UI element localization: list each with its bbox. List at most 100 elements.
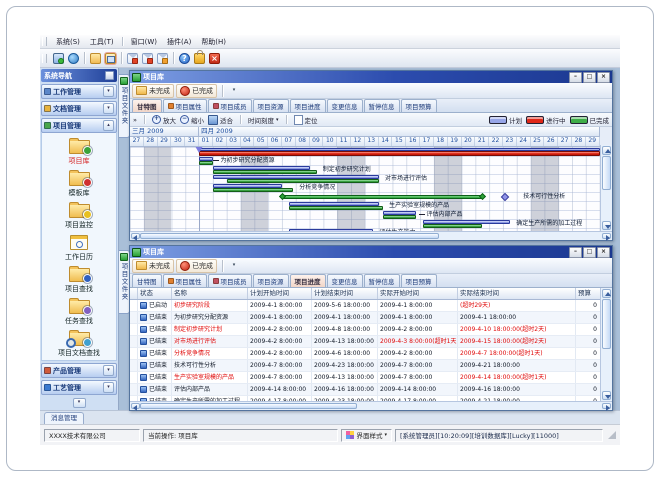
zoom-in-button[interactable]: 放大: [152, 115, 176, 125]
summary-diamond-icon[interactable]: [478, 193, 485, 200]
maximize-button[interactable]: □: [583, 247, 596, 258]
tab-暂停信息[interactable]: 暂停信息: [364, 274, 400, 287]
tab-变更信息[interactable]: 变更信息: [327, 99, 363, 112]
tab-项目成员[interactable]: 项目成员: [208, 99, 252, 112]
maximize-button[interactable]: □: [583, 72, 596, 83]
filter-button-未完成[interactable]: 未完成: [132, 259, 174, 273]
table-row[interactable]: 已结束评估内部产品2009-4-14 8:00:002009-4-16 18:0…: [130, 384, 600, 396]
globe-icon[interactable]: [68, 53, 79, 64]
column-header-实际结束时间[interactable]: 实际结束时间: [458, 288, 576, 299]
scroll-up-icon[interactable]: [602, 146, 611, 155]
fit-button[interactable]: 适合: [208, 115, 233, 125]
table-row[interactable]: 已启动初步研究阶段2009-4-1 8:00:002009-5-6 18:00:…: [130, 300, 600, 312]
gantt-vertical-scrollbar[interactable]: [600, 145, 612, 231]
folder-window-icon[interactable]: [105, 53, 116, 64]
filter-button-未完成[interactable]: 未完成: [132, 84, 174, 98]
tab-项目进度[interactable]: 项目进度: [290, 274, 326, 287]
more-options-button[interactable]: ▾: [228, 85, 240, 97]
sidebar-item-项目监控[interactable]: 项目监控: [42, 200, 116, 230]
more-options-button[interactable]: ▾: [228, 260, 240, 272]
sidebar-item-项目库[interactable]: 项目库: [42, 136, 116, 166]
tab-甘特图[interactable]: 甘特图: [132, 99, 162, 112]
menubar-grip-icon[interactable]: [42, 37, 47, 46]
tab-项目预算[interactable]: 项目预算: [401, 274, 437, 287]
gantt-bar-complete[interactable]: [423, 224, 482, 228]
tab-甘特图[interactable]: 甘特图: [132, 274, 162, 287]
table-horizontal-scrollbar[interactable]: [130, 401, 612, 410]
table-row[interactable]: 已结束生产实验室规模的产品2009-4-7 8:00:002009-4-13 1…: [130, 372, 600, 384]
time-scale-button[interactable]: 时间刻度▾: [248, 115, 279, 125]
gantt-bar-complete[interactable]: [199, 161, 213, 165]
table-row[interactable]: 已结束对市场进行评估2009-4-2 8:00:002009-4-13 18:0…: [130, 336, 600, 348]
tab-变更信息[interactable]: 变更信息: [327, 274, 363, 287]
column-header-状态[interactable]: 状态: [138, 288, 172, 299]
gantt-horizontal-scrollbar[interactable]: [130, 231, 612, 240]
gantt-window-titlebar[interactable]: 项目库 – □ ×: [130, 71, 612, 83]
sidebar-item-模板库[interactable]: 模板库: [42, 168, 116, 198]
scroll-right-icon[interactable]: [602, 233, 611, 239]
filter-button-已完成[interactable]: 已完成: [176, 84, 217, 98]
column-header-计划开始时间[interactable]: 计划开始时间: [248, 288, 312, 299]
table-row[interactable]: 已结束为初步研究分配资源2009-4-1 8:00:002009-4-1 18:…: [130, 312, 600, 324]
zoom-out-button[interactable]: 缩小: [180, 115, 204, 125]
scroll-thumb[interactable]: [140, 403, 357, 409]
gantt-bar-complete[interactable]: [213, 188, 293, 192]
chevron-down-icon[interactable]: ▾: [103, 365, 114, 376]
scroll-thumb[interactable]: [602, 299, 611, 349]
menu-item-2[interactable]: 窗口(W): [126, 36, 162, 48]
sidebar-item-工作日历[interactable]: 工作日历: [42, 232, 116, 262]
gantt-bar-in-progress[interactable]: [199, 151, 600, 156]
menu-item-4[interactable]: 帮助(H): [196, 36, 231, 48]
sidebar-overflow-chevron-icon[interactable]: ▾: [73, 398, 86, 408]
gantt-bar-complete[interactable]: [289, 206, 383, 210]
scroll-thumb[interactable]: [140, 233, 439, 239]
gantt-bar-summary[interactable]: [282, 195, 482, 199]
table-row[interactable]: 已结束技术可行性分析2009-4-7 8:00:002009-4-23 18:0…: [130, 360, 600, 372]
sidebar-group-2[interactable]: 项目管理▴: [41, 118, 117, 133]
tab-项目预算[interactable]: 项目预算: [401, 99, 437, 112]
tab-项目属性[interactable]: 项目属性: [163, 99, 207, 112]
gantt-bar-complete[interactable]: [383, 215, 416, 219]
scroll-thumb[interactable]: [602, 156, 611, 190]
mail-icon[interactable]: [127, 53, 138, 64]
chevron-down-icon[interactable]: ▾: [103, 382, 114, 393]
tab-项目成员[interactable]: 项目成员: [208, 274, 252, 287]
menu-item-0[interactable]: 系统(S): [51, 36, 85, 48]
tab-项目资源[interactable]: 项目资源: [253, 99, 289, 112]
pushpin-icon[interactable]: [105, 71, 114, 80]
menu-item-1[interactable]: 工具(T): [85, 36, 119, 48]
resize-grip-icon[interactable]: [608, 431, 616, 439]
milestone-diamond-icon[interactable]: [501, 192, 509, 200]
sidebar-group-3[interactable]: 产品管理▾: [41, 363, 117, 378]
scroll-left-icon[interactable]: [131, 233, 140, 239]
tab-暂停信息[interactable]: 暂停信息: [364, 99, 400, 112]
chevron-up-icon[interactable]: ▴: [103, 120, 114, 131]
sidebar-group-4[interactable]: 工艺管理▾: [41, 380, 117, 395]
sidebar-group-1[interactable]: 文档管理▾: [41, 101, 117, 116]
menu-item-3[interactable]: 插件(A): [162, 36, 196, 48]
locate-button[interactable]: 定位: [294, 115, 318, 125]
progress-window-titlebar[interactable]: 项目库 – □ ×: [130, 246, 612, 258]
mail-write-icon[interactable]: [142, 53, 153, 64]
scroll-right-icon[interactable]: [602, 403, 611, 409]
gantt-bar-complete[interactable]: [213, 170, 317, 174]
column-header-名称[interactable]: 名称: [172, 288, 248, 299]
close-button[interactable]: ×: [597, 247, 610, 258]
scroll-down-icon[interactable]: [602, 221, 611, 230]
sidebar-group-0[interactable]: 工作管理▾: [41, 84, 117, 99]
mail-open-icon[interactable]: [157, 53, 168, 64]
filter-button-已完成[interactable]: 已完成: [176, 259, 217, 273]
tab-项目属性[interactable]: 项目属性: [163, 274, 207, 287]
table-row[interactable]: 已结束分析竞争情况2009-4-2 8:00:002009-4-6 18:00:…: [130, 348, 600, 360]
column-header-实际开始时间[interactable]: 实际开始时间: [378, 288, 458, 299]
minimize-button[interactable]: –: [569, 72, 582, 83]
tab-message-management[interactable]: 消息管理: [44, 412, 84, 424]
table-row[interactable]: 已结束制定初步研究计划2009-4-2 8:00:002009-4-8 18:0…: [130, 324, 600, 336]
lock-icon[interactable]: [194, 53, 205, 64]
stop-icon[interactable]: [209, 53, 220, 64]
toolbar-overflow-button[interactable]: »: [133, 116, 137, 124]
column-header-selector[interactable]: [130, 288, 138, 299]
column-header-预算[interactable]: 预算: [576, 288, 600, 299]
folder-closed-icon[interactable]: [90, 53, 101, 64]
close-button[interactable]: ×: [597, 72, 610, 83]
